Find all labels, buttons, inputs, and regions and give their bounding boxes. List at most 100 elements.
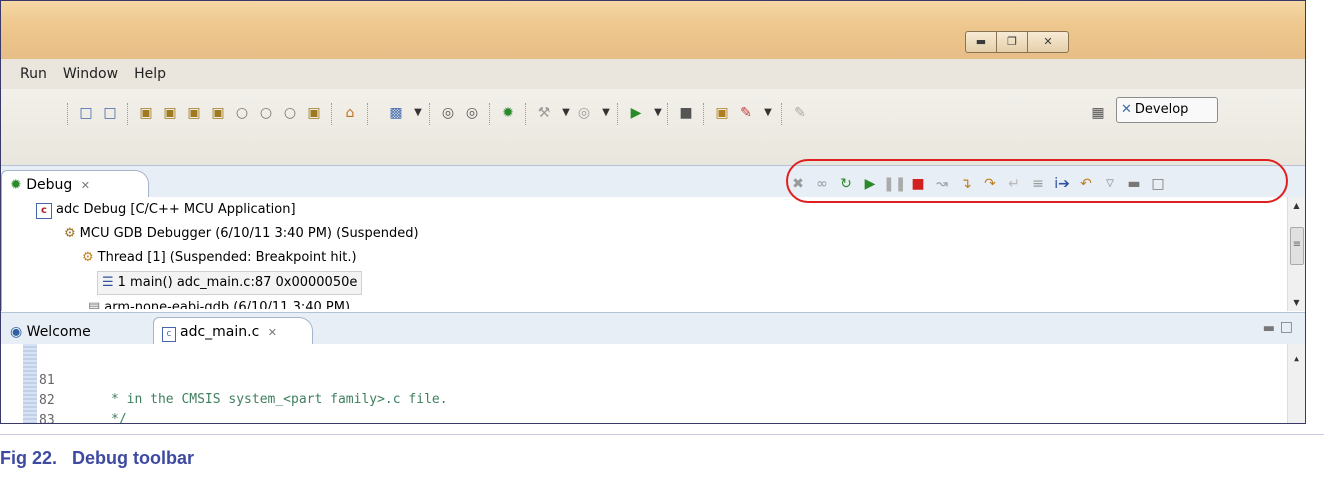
- new-folder-icon[interactable]: ▣: [161, 103, 179, 123]
- code-line: 84: [1, 412, 48, 423]
- close-icon[interactable]: ✕: [81, 179, 90, 192]
- tab-debug[interactable]: ✹ Debug ✕: [1, 170, 149, 198]
- probe-2-icon[interactable]: ◎: [463, 103, 481, 123]
- code-text: */: [111, 412, 127, 424]
- stack-frame-icon: ☰: [102, 275, 114, 290]
- figure-caption: Fig 22. Debug toolbar: [0, 448, 195, 468]
- chevron-down-icon[interactable]: ▼: [597, 103, 615, 123]
- tree-item-debugger[interactable]: ⚙ MCU GDB Debugger (6/10/11 3:40 PM) (Sus…: [64, 223, 419, 245]
- run-icon[interactable]: ▶: [627, 103, 645, 123]
- debug-bug-icon: ✹: [10, 177, 22, 193]
- editor-scrollbar[interactable]: ▲: [1287, 344, 1305, 423]
- tree-item-label: MCU GDB Debugger (6/10/11 3:40 PM) (Susp…: [79, 226, 419, 241]
- menu-window[interactable]: Window: [63, 66, 118, 82]
- chevron-down-icon[interactable]: ▼: [649, 103, 667, 123]
- tree-item-process[interactable]: ▤ arm-none-eabi-gdb (6/10/11 3:40 PM): [88, 297, 350, 309]
- export-2-icon[interactable]: ○: [257, 103, 275, 123]
- scroll-down-icon[interactable]: ▼: [1288, 298, 1305, 307]
- minimize-button[interactable]: ▬: [965, 31, 997, 53]
- menu-bar: Run Window Help: [1, 59, 1305, 89]
- thread-icon: ⚙: [82, 250, 94, 265]
- code-line: 81 * in the CMSIS system_<part family>.c…: [1, 352, 448, 407]
- toolbar-separator: [367, 103, 370, 125]
- folder-icon[interactable]: ▣: [209, 103, 227, 123]
- main-toolbar: □ □ ▣ ▣ ▣ ▣ ○ ○ ○ ▣ ⌂ ▩ ▼ ◎ ◎ ✹ ⚒ ▼ ◎ ▼ …: [1, 89, 1305, 165]
- tree-item-stack-frame[interactable]: ☰ 1 main() adc_main.c:87 0x0000050e: [97, 271, 363, 295]
- close-icon[interactable]: ✕: [268, 326, 277, 339]
- tree-item-label: 1 main() adc_main.c:87 0x0000050e: [117, 275, 358, 290]
- chevron-down-icon[interactable]: ▼: [557, 103, 575, 123]
- new-h-file-icon[interactable]: □: [101, 103, 119, 123]
- restore-icon: ❐: [1007, 35, 1017, 48]
- chevron-down-icon[interactable]: ▼: [409, 103, 427, 123]
- toolbar-separator: [489, 103, 492, 125]
- archive-icon[interactable]: ▣: [305, 103, 323, 123]
- debug-tree: c adc Debug [C/C++ MCU Application] ⚙ MCU …: [1, 197, 1305, 311]
- caption-divider: [0, 434, 1324, 435]
- debugger-icon: ⚙: [64, 226, 76, 241]
- export-icon[interactable]: ○: [233, 103, 251, 123]
- code-editor[interactable]: 81 * in the CMSIS system_<part family>.c…: [1, 344, 1305, 423]
- toolbar-separator: [127, 103, 130, 125]
- toolbar-separator: [67, 103, 70, 125]
- process-icon: ▤: [88, 300, 101, 309]
- globe-icon: ◉: [10, 324, 23, 340]
- open-icon[interactable]: ▣: [713, 103, 731, 123]
- tree-item-label: arm-none-eabi-gdb (6/10/11 3:40 PM): [104, 300, 351, 309]
- close-icon: ✕: [1043, 35, 1053, 48]
- code-line: 83: [1, 392, 55, 423]
- tree-scrollbar[interactable]: ▲ ≡ ▼: [1287, 197, 1305, 311]
- edit-icon[interactable]: ✎: [737, 103, 755, 123]
- tab-welcome[interactable]: ◉ Welcome: [1, 317, 151, 345]
- tree-item-label: adc Debug [C/C++ MCU Application]: [56, 202, 296, 217]
- home-icon[interactable]: ⌂: [341, 103, 359, 123]
- develop-perspective-button[interactable]: ✕ Develop: [1116, 97, 1218, 123]
- minimize-view-icon[interactable]: ▬: [1263, 321, 1275, 336]
- code-text: * in the CMSIS system_<part family>.c fi…: [111, 392, 448, 407]
- window-controls: ▬ ❐ ✕: [965, 31, 1069, 53]
- tab-debug-label: Debug: [26, 177, 73, 193]
- export-3-icon[interactable]: ○: [281, 103, 299, 123]
- debug-bug-icon[interactable]: ✹: [499, 103, 517, 123]
- tree-item-thread[interactable]: ⚙ Thread [1] (Suspended: Breakpoint hit.): [82, 247, 357, 269]
- xml-icon[interactable]: ▣: [185, 103, 203, 123]
- pen-icon[interactable]: ✎: [791, 103, 809, 123]
- minimize-icon: ▬: [975, 35, 987, 48]
- toolbar-separator: [667, 103, 670, 125]
- c-project-icon: c: [36, 203, 52, 219]
- open-perspective-icon[interactable]: ▦: [1089, 103, 1107, 123]
- toolbar-separator: [703, 103, 706, 125]
- tab-welcome-label: Welcome: [26, 324, 91, 340]
- new-c-file-icon[interactable]: □: [77, 103, 95, 123]
- toolbar-separator: [525, 103, 528, 125]
- chevron-down-icon[interactable]: ▼: [759, 103, 777, 123]
- menu-run[interactable]: Run: [20, 66, 47, 82]
- c-file-icon: c: [162, 327, 176, 342]
- run-config-icon[interactable]: ◎: [575, 103, 593, 123]
- close-button[interactable]: ✕: [1027, 31, 1069, 53]
- highlight-ellipse: [786, 159, 1288, 203]
- title-bar: ▬ ❐ ✕: [1, 1, 1305, 59]
- scroll-thumb[interactable]: ≡: [1290, 227, 1304, 265]
- tab-adc-main[interactable]: c adc_main.c ✕: [153, 317, 313, 345]
- toolbar-separator: [429, 103, 432, 125]
- code-line: 82 */: [1, 372, 127, 423]
- tools-icon: ✕: [1121, 102, 1132, 117]
- scroll-up-icon[interactable]: ▲: [1288, 201, 1305, 210]
- maximize-view-icon[interactable]: □: [1280, 319, 1293, 335]
- toolbar-separator: [781, 103, 784, 125]
- restore-button[interactable]: ❐: [996, 31, 1028, 53]
- build-icon[interactable]: ⚒: [535, 103, 553, 123]
- menu-help[interactable]: Help: [134, 66, 166, 82]
- toolbar-separator: [617, 103, 620, 125]
- tree-item-launch[interactable]: c adc Debug [C/C++ MCU Application]: [36, 199, 296, 221]
- editor-tabbar: ◉ Welcome c adc_main.c ✕ ▬ □: [1, 312, 1305, 345]
- scroll-up-icon[interactable]: ▲: [1288, 354, 1305, 363]
- chip-icon[interactable]: ■: [677, 103, 695, 123]
- ide-window: ▬ ❐ ✕ Run Window Help □ □ ▣ ▣ ▣ ▣ ○ ○ ○ …: [0, 0, 1306, 424]
- probe-icon[interactable]: ◎: [439, 103, 457, 123]
- tree-item-label: Thread [1] (Suspended: Breakpoint hit.): [97, 250, 357, 265]
- import-icon[interactable]: ▣: [137, 103, 155, 123]
- perspective-label: Develop: [1134, 102, 1189, 117]
- target-icon[interactable]: ▩: [387, 103, 405, 123]
